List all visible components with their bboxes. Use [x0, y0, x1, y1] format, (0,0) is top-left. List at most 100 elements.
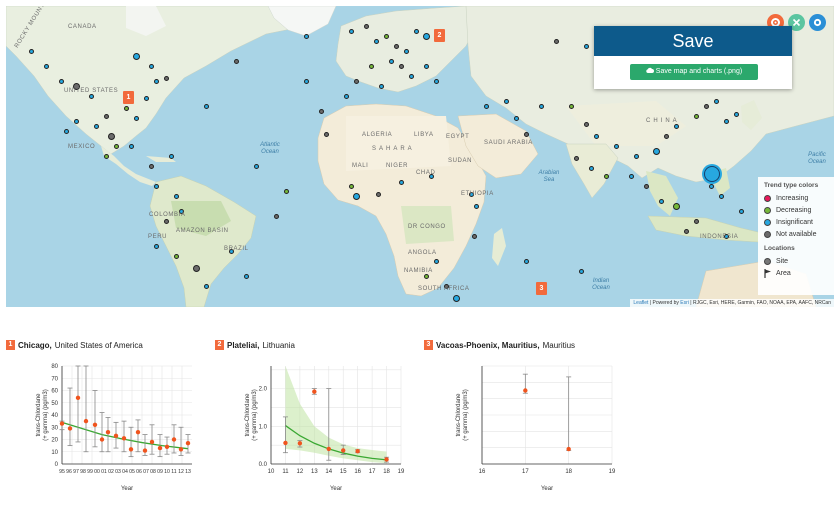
site-marker[interactable]: [73, 118, 79, 124]
site-marker[interactable]: [153, 243, 159, 249]
site-marker[interactable]: [733, 111, 739, 117]
site-marker[interactable]: [398, 63, 404, 69]
site-marker[interactable]: [628, 173, 634, 179]
site-marker[interactable]: [168, 153, 174, 159]
site-marker[interactable]: [103, 113, 109, 119]
site-marker[interactable]: [523, 131, 529, 137]
site-marker[interactable]: [413, 28, 419, 34]
site-marker[interactable]: [133, 115, 139, 121]
site-marker[interactable]: [128, 143, 134, 149]
site-marker[interactable]: [163, 75, 169, 81]
site-marker[interactable]: [398, 179, 404, 185]
site-marker[interactable]: [672, 202, 680, 210]
site-marker[interactable]: [363, 23, 369, 29]
site-marker[interactable]: [568, 103, 574, 109]
site-marker[interactable]: [693, 113, 699, 119]
site-marker[interactable]: [283, 188, 289, 194]
map-pin-3[interactable]: 3: [536, 282, 547, 295]
site-marker[interactable]: [173, 253, 179, 259]
esri-link[interactable]: Esri: [680, 300, 689, 306]
site-marker[interactable]: [683, 228, 689, 234]
site-marker[interactable]: [738, 208, 744, 214]
site-marker[interactable]: [58, 78, 64, 84]
site-marker[interactable]: [233, 58, 239, 64]
site-marker-cluster[interactable]: [704, 166, 720, 182]
site-marker[interactable]: [143, 95, 149, 101]
site-marker[interactable]: [153, 78, 159, 84]
site-marker[interactable]: [28, 48, 34, 54]
site-marker[interactable]: [603, 173, 609, 179]
site-marker[interactable]: [643, 183, 649, 189]
site-marker[interactable]: [203, 103, 209, 109]
site-marker[interactable]: [673, 123, 679, 129]
site-marker[interactable]: [132, 52, 140, 60]
site-marker[interactable]: [243, 273, 249, 279]
site-marker[interactable]: [153, 183, 159, 189]
site-marker[interactable]: [173, 193, 179, 199]
site-marker[interactable]: [348, 183, 354, 189]
site-marker[interactable]: [583, 121, 589, 127]
site-marker[interactable]: [588, 165, 594, 171]
site-marker[interactable]: [433, 78, 439, 84]
site-marker[interactable]: [471, 233, 477, 239]
site-marker[interactable]: [553, 38, 559, 44]
site-marker[interactable]: [388, 58, 394, 64]
site-marker[interactable]: [148, 163, 154, 169]
site-marker[interactable]: [652, 147, 660, 155]
leaflet-link[interactable]: Leaflet: [633, 300, 648, 306]
map-pin-2[interactable]: 2: [434, 29, 445, 42]
site-marker[interactable]: [113, 143, 119, 149]
site-marker[interactable]: [373, 38, 379, 44]
site-marker[interactable]: [88, 93, 94, 99]
site-marker[interactable]: [353, 78, 359, 84]
site-marker[interactable]: [375, 191, 381, 197]
site-marker[interactable]: [408, 73, 414, 79]
site-marker[interactable]: [538, 103, 544, 109]
site-marker[interactable]: [433, 258, 439, 264]
site-marker[interactable]: [93, 123, 99, 129]
site-marker[interactable]: [583, 43, 589, 49]
site-marker[interactable]: [693, 218, 699, 224]
site-marker[interactable]: [323, 131, 329, 137]
site-marker[interactable]: [663, 133, 669, 139]
site-marker[interactable]: [613, 143, 619, 149]
site-marker[interactable]: [503, 98, 509, 104]
site-marker[interactable]: [573, 155, 579, 161]
site-marker[interactable]: [383, 33, 389, 39]
site-marker[interactable]: [523, 258, 529, 264]
map-pin-1[interactable]: 1: [123, 91, 134, 104]
site-marker[interactable]: [703, 103, 709, 109]
site-marker[interactable]: [513, 115, 519, 121]
site-marker[interactable]: [63, 128, 69, 134]
site-marker[interactable]: [578, 268, 584, 274]
site-marker[interactable]: [633, 153, 639, 159]
site-marker[interactable]: [203, 283, 209, 289]
site-marker[interactable]: [343, 93, 349, 99]
site-marker[interactable]: [103, 153, 109, 159]
site-marker[interactable]: [318, 108, 324, 114]
site-marker[interactable]: [718, 193, 724, 199]
site-marker[interactable]: [107, 132, 115, 140]
site-marker[interactable]: [352, 192, 360, 200]
site-marker[interactable]: [403, 48, 409, 54]
site-marker[interactable]: [148, 63, 154, 69]
site-marker[interactable]: [123, 105, 129, 111]
site-marker[interactable]: [393, 43, 399, 49]
site-marker[interactable]: [708, 183, 714, 189]
site-marker[interactable]: [303, 78, 309, 84]
info-button[interactable]: [809, 14, 826, 31]
site-marker[interactable]: [658, 198, 664, 204]
save-map-and-charts-button[interactable]: Save map and charts (.png): [630, 64, 758, 80]
site-marker[interactable]: [423, 273, 429, 279]
site-marker[interactable]: [163, 218, 169, 224]
site-marker[interactable]: [723, 118, 729, 124]
site-marker[interactable]: [473, 203, 479, 209]
site-marker[interactable]: [43, 63, 49, 69]
site-marker[interactable]: [483, 103, 489, 109]
site-marker[interactable]: [422, 32, 430, 40]
site-marker[interactable]: [348, 28, 354, 34]
site-marker[interactable]: [593, 133, 599, 139]
site-marker[interactable]: [368, 63, 374, 69]
site-marker[interactable]: [253, 163, 259, 169]
site-marker[interactable]: [713, 98, 719, 104]
